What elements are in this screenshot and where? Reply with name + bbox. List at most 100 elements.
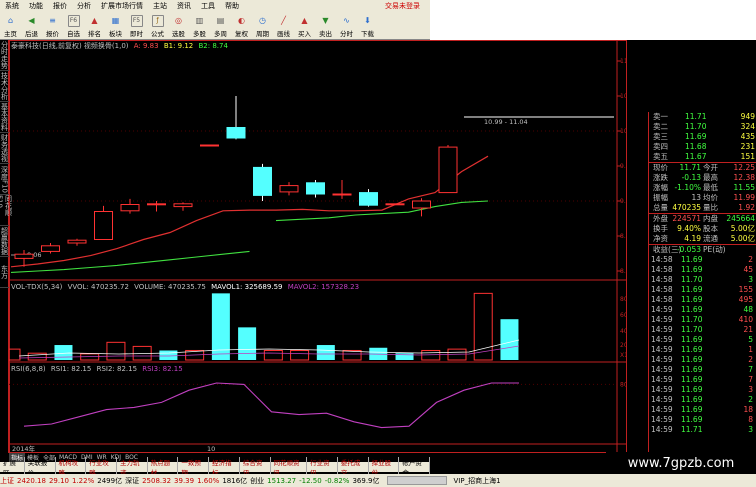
menu-item-3[interactable]: 分析 (72, 1, 96, 11)
tick-row-11: 14:59 11.69 7 (649, 365, 756, 375)
left-tab-0[interactable]: 分时走势 (0, 40, 9, 71)
stat-value: -1.10% (674, 183, 701, 192)
sh-change: 29.10 (48, 476, 69, 485)
menu-item-5[interactable]: 主站 (148, 1, 172, 11)
tick-price: 11.69 (681, 365, 703, 374)
menu-item-8[interactable]: 帮助 (220, 1, 244, 11)
toolbar-button-17[interactable]: ⬇ 下载 (357, 12, 378, 39)
tick-volume: 3 (748, 385, 753, 394)
price-axis-label: 9.50 (620, 163, 627, 170)
ask-label: 卖五 (653, 152, 668, 161)
toolbar-button-9[interactable]: ▥ 多股 (189, 12, 210, 39)
toolbar-button-8[interactable]: ◎ 选股 (168, 12, 189, 39)
stat-value: 11.99 (733, 193, 755, 202)
tick-volume: 5 (748, 335, 753, 344)
menu-item-1[interactable]: 功能 (24, 1, 48, 11)
price-axis-label: 8.50 (620, 233, 627, 240)
stat-value: 11.55 (733, 183, 755, 192)
menu-item-0[interactable]: 系统 (0, 1, 24, 11)
tick-row-7: 14:59 11.70 21 (649, 325, 756, 335)
sz-amount: 1816亿 (222, 476, 248, 485)
volume-bar (263, 349, 283, 361)
toolbar-button-10[interactable]: ▤ 多周 (210, 12, 231, 39)
trade-login-link[interactable]: 交易未登录 (380, 1, 430, 11)
toolbar-button-16[interactable]: ∿ 分时 (336, 12, 357, 39)
stat-value: -0.053 (676, 245, 701, 254)
tick-price: 11.71 (681, 425, 703, 434)
left-tab-4[interactable]: 深度F10 (0, 164, 9, 195)
left-tab-2[interactable]: 基本资料 (0, 102, 9, 133)
left-tab-3[interactable]: 财务透视 (0, 133, 9, 164)
toolbar-button-13[interactable]: ╱ 画线 (273, 12, 294, 39)
volume-bar (159, 350, 178, 360)
toolbar-button-15[interactable]: ▼ 卖出 (315, 12, 336, 39)
toolbar-button-2[interactable]: ≡ 报价 (42, 12, 63, 39)
stat-value: 9.40% (677, 224, 701, 233)
stat-row-2: 涨幅 -1.10% 最低 11.55 (649, 183, 756, 193)
toolbar: ⌂ 主页 ◀ 后退 ≡ 报价 F6 自选 ▲ 排名 ▦ 板块 F5 即时 ƒ 公式 ◎ 选股 ▥ 多股 ▤ 多周 ◐ 复权 ◷ 周… (0, 12, 430, 40)
toolbar-button-1[interactable]: ◀ 后退 (21, 12, 42, 39)
tick-time: 14:59 (651, 415, 673, 424)
ask-volume: 949 (740, 112, 755, 121)
toolbar-button-11[interactable]: ◐ 复权 (231, 12, 252, 39)
rsi1-value: RSI1: 82.15 (50, 365, 92, 373)
tick-time: 14:59 (651, 385, 673, 394)
volume-bar (290, 349, 310, 361)
menu-item-2[interactable]: 报价 (48, 1, 72, 11)
toolbar-label: 排名 (88, 30, 101, 38)
stat-label: 量比 (703, 203, 718, 212)
tick-volume: 1 (748, 345, 753, 354)
volume-bar (106, 341, 126, 361)
stat-label: 外盘 (653, 214, 668, 223)
toolbar-label: 自选 (67, 30, 80, 38)
kline-chart[interactable]: 10.99 - 11.04 8.06 2014年 10 11.0010.5010… (9, 40, 627, 453)
stat-label: 振幅 (653, 193, 668, 202)
stat-value: 224571 (672, 214, 701, 223)
left-tab-6[interactable]: 超赢数据 (0, 226, 9, 257)
toolbar-button-6[interactable]: F5 即时 (126, 12, 147, 39)
toolbar-button-4[interactable]: ▲ 排名 (84, 12, 105, 39)
stat-row-8: 收益(三) -0.053 PE(动) (649, 245, 756, 255)
left-tab-1[interactable]: 技术分析 (0, 71, 9, 102)
sh-percent: 1.22% (72, 476, 95, 485)
value-b1: B1: 9.12 (163, 42, 194, 50)
f6-key-icon: F6 (67, 15, 80, 27)
left-tab-5[interactable]: 同花顺F10 (0, 195, 13, 226)
ask-row-1: 卖二 11.70 324 (649, 122, 756, 132)
toolbar-button-7[interactable]: ƒ 公式 (147, 12, 168, 39)
ask-volume: 435 (740, 132, 755, 141)
vol-axis-label: X10 (620, 352, 627, 359)
toolbar-button-14[interactable]: ▲ 买入 (294, 12, 315, 39)
tick-row-14: 14:59 11.69 2 (649, 395, 756, 405)
cy-percent: -0.82% (324, 476, 350, 485)
menu-item-6[interactable]: 资讯 (172, 1, 196, 11)
cy-index: 1513.27 (267, 476, 297, 485)
stat-value: 470235 (672, 203, 701, 212)
sh-label: 上证 (0, 476, 14, 485)
draw-line-icon: ╱ (281, 16, 286, 25)
toolbar-label: 多周 (214, 30, 227, 38)
tick-volume: 2 (748, 255, 753, 264)
price-axis-label: 11.00 (620, 58, 627, 65)
menu-item-7[interactable]: 工具 (196, 1, 220, 11)
toolbar-button-3[interactable]: F6 自选 (63, 12, 84, 39)
tick-price: 11.70 (681, 325, 703, 334)
stat-label: 股本 (703, 224, 718, 233)
menu-item-4[interactable]: 扩展市场行情 (96, 1, 148, 11)
rsi2-value: RSI2: 82.15 (96, 365, 138, 373)
ask-volume: 231 (740, 142, 755, 151)
tick-time: 14:59 (651, 305, 673, 314)
home-icon: ⌂ (7, 16, 14, 25)
tick-time: 14:58 (651, 295, 673, 304)
toolbar-label: 即时 (130, 30, 143, 38)
back-arrow-icon: ◀ (28, 16, 35, 25)
toolbar-button-5[interactable]: ▦ 板块 (105, 12, 126, 39)
tick-row-0: 14:58 11.69 2 (649, 255, 756, 265)
toolbar-button-0[interactable]: ⌂ 主页 (0, 12, 21, 39)
stat-row-5: 外盘 224571 内盘 245664 (649, 214, 756, 224)
left-tab-7[interactable]: 东方 (0, 257, 9, 288)
tick-row-3: 14:58 11.69 155 (649, 285, 756, 295)
toolbar-label: 买入 (298, 30, 311, 38)
toolbar-button-12[interactable]: ◷ 周期 (252, 12, 273, 39)
tick-row-4: 14:58 11.69 495 (649, 295, 756, 305)
